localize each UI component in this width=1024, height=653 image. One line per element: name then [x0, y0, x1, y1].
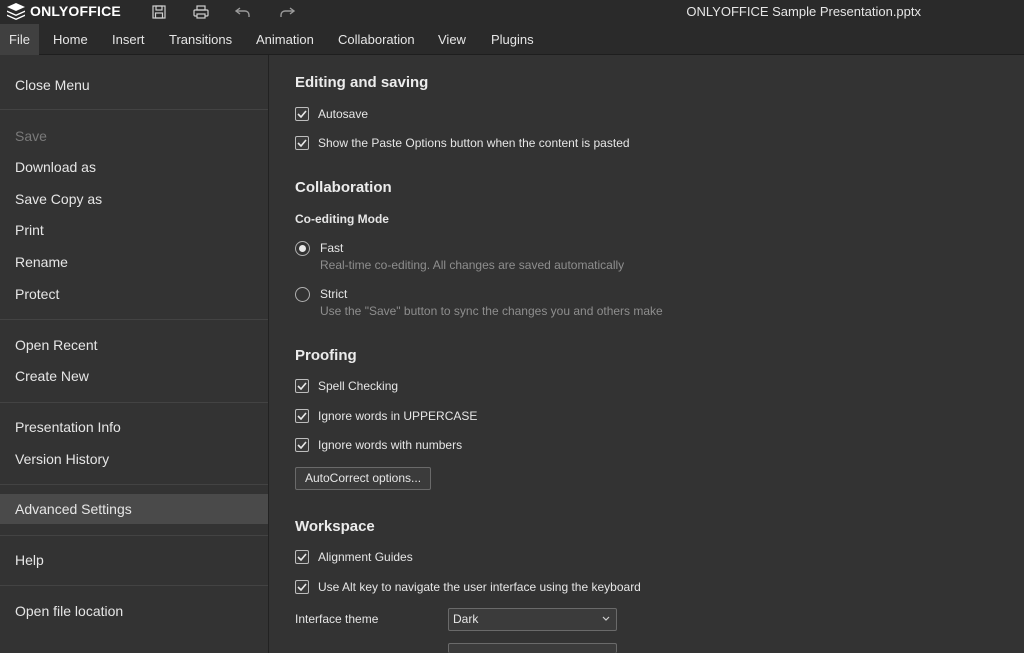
- checkbox[interactable]: [295, 107, 309, 121]
- tab-collaboration[interactable]: Collaboration: [338, 24, 415, 55]
- sidebar-item-save: Save: [15, 128, 47, 144]
- interface-theme-label: Interface theme: [295, 612, 379, 626]
- alignment-guides-label: Alignment Guides: [318, 550, 413, 564]
- spell-checking-label: Spell Checking: [318, 379, 399, 393]
- file-menu-sidebar: Close Menu Save Download as Save Copy as…: [0, 55, 269, 653]
- ribbon-tabs: File Home Insert Transitions Animation C…: [0, 24, 1024, 55]
- app-brand: ONLYOFFICE: [30, 3, 121, 19]
- section-heading-workspace: Workspace: [295, 518, 375, 535]
- fast-mode-radio-row[interactable]: Fast Real-time co-editing. All changes a…: [295, 240, 624, 273]
- sidebar-item-save-copy-as[interactable]: Save Copy as: [0, 184, 268, 214]
- chevron-down-icon: [602, 616, 610, 621]
- sidebar-item-protect[interactable]: Protect: [0, 279, 268, 309]
- fast-mode-title: Fast: [320, 241, 344, 255]
- paste-options-checkbox-row[interactable]: Show the Paste Options button when the c…: [295, 135, 630, 151]
- co-editing-mode-label: Co-editing Mode: [295, 212, 389, 226]
- section-heading-collaboration: Collaboration: [295, 179, 392, 196]
- tab-insert[interactable]: Insert: [112, 24, 145, 55]
- check-icon: [297, 583, 307, 591]
- unit-of-measurement-select[interactable]: [448, 643, 617, 653]
- sidebar-divider: [0, 402, 268, 403]
- title-bar: ONLYOFFICE ONLYOFFICE Sample Presentatio…: [0, 0, 1024, 24]
- checkbox[interactable]: [295, 379, 309, 393]
- undo-icon[interactable]: [234, 3, 252, 21]
- ignore-uppercase-checkbox-row[interactable]: Ignore words in UPPERCASE: [295, 408, 477, 424]
- sidebar-item-create-new[interactable]: Create New: [0, 361, 268, 391]
- radio-button[interactable]: [295, 241, 310, 256]
- tab-transitions[interactable]: Transitions: [169, 24, 232, 55]
- ignore-uppercase-label: Ignore words in UPPERCASE: [318, 409, 478, 423]
- tab-file[interactable]: File: [0, 24, 39, 55]
- tab-view[interactable]: View: [438, 24, 466, 55]
- print-icon[interactable]: [192, 3, 210, 21]
- advanced-settings-panel: Editing and saving Autosave Show the Pas…: [270, 55, 1024, 653]
- check-icon: [297, 382, 307, 390]
- tab-plugins[interactable]: Plugins: [491, 24, 534, 55]
- check-icon: [297, 139, 307, 147]
- sidebar-item-rename[interactable]: Rename: [0, 247, 268, 277]
- redo-icon[interactable]: [278, 3, 296, 21]
- ignore-numbers-checkbox-row[interactable]: Ignore words with numbers: [295, 437, 462, 453]
- checkbox[interactable]: [295, 580, 309, 594]
- autosave-checkbox-row[interactable]: Autosave: [295, 106, 368, 122]
- check-icon: [297, 553, 307, 561]
- sidebar-item-open-recent[interactable]: Open Recent: [0, 330, 268, 360]
- tab-animation[interactable]: Animation: [256, 24, 314, 55]
- sidebar-divider: [0, 535, 268, 536]
- fast-mode-description: Real-time co-editing. All changes are sa…: [320, 258, 625, 272]
- onlyoffice-logo-icon: [7, 2, 25, 20]
- check-icon: [297, 412, 307, 420]
- strict-mode-radio-row[interactable]: Strict Use the "Save" button to sync the…: [295, 286, 663, 319]
- interface-theme-select[interactable]: Dark: [448, 608, 617, 631]
- checkbox[interactable]: [295, 136, 309, 150]
- save-icon[interactable]: [150, 3, 168, 21]
- strict-mode-title: Strict: [320, 287, 348, 301]
- checkbox[interactable]: [295, 438, 309, 452]
- alignment-guides-checkbox-row[interactable]: Alignment Guides: [295, 549, 413, 565]
- check-icon: [297, 441, 307, 449]
- interface-theme-value: Dark: [453, 612, 479, 626]
- sidebar-item-version-history[interactable]: Version History: [0, 444, 268, 474]
- tab-home[interactable]: Home: [53, 24, 88, 55]
- sidebar-divider: [0, 484, 268, 485]
- sidebar-item-help[interactable]: Help: [0, 545, 268, 575]
- sidebar-item-advanced-settings[interactable]: Advanced Settings: [0, 494, 268, 524]
- check-icon: [297, 110, 307, 118]
- sidebar-divider: [0, 319, 268, 320]
- sidebar-item-download-as[interactable]: Download as: [0, 152, 268, 182]
- alt-key-checkbox-row[interactable]: Use Alt key to navigate the user interfa…: [295, 579, 641, 595]
- sidebar-divider: [0, 585, 268, 586]
- paste-options-label: Show the Paste Options button when the c…: [318, 136, 630, 150]
- sidebar-item-open-file-location[interactable]: Open file location: [0, 596, 268, 626]
- checkbox[interactable]: [295, 409, 309, 423]
- strict-mode-description: Use the "Save" button to sync the change…: [320, 304, 663, 318]
- autocorrect-options-button[interactable]: AutoCorrect options...: [295, 467, 431, 490]
- sidebar-divider: [0, 109, 268, 110]
- ignore-numbers-label: Ignore words with numbers: [318, 438, 463, 452]
- radio-button[interactable]: [295, 287, 310, 302]
- sidebar-item-print[interactable]: Print: [0, 215, 268, 245]
- autosave-label: Autosave: [318, 107, 369, 121]
- document-title: ONLYOFFICE Sample Presentation.pptx: [686, 4, 921, 19]
- sidebar-item-presentation-info[interactable]: Presentation Info: [0, 412, 268, 442]
- sidebar-item-close-menu[interactable]: Close Menu: [0, 70, 268, 100]
- app-logo: ONLYOFFICE: [7, 2, 121, 20]
- section-heading-proofing: Proofing: [295, 347, 357, 364]
- section-heading-editing: Editing and saving: [295, 74, 429, 91]
- spell-checking-checkbox-row[interactable]: Spell Checking: [295, 378, 398, 394]
- alt-key-label: Use Alt key to navigate the user interfa…: [318, 580, 641, 594]
- radio-selected-dot: [299, 245, 306, 252]
- checkbox[interactable]: [295, 550, 309, 564]
